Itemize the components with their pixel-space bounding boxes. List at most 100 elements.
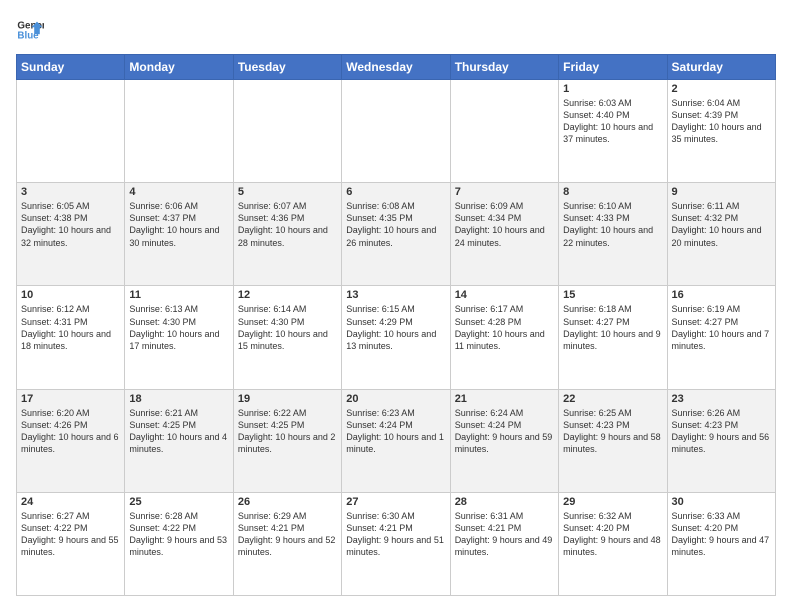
calendar-cell: 29 Sunrise: 6:32 AMSunset: 4:20 PMDaylig…	[559, 492, 667, 595]
calendar-cell	[233, 80, 341, 183]
day-number: 22	[563, 393, 662, 405]
calendar-cell: 14 Sunrise: 6:17 AMSunset: 4:28 PMDaylig…	[450, 286, 558, 389]
calendar-cell: 9 Sunrise: 6:11 AMSunset: 4:32 PMDayligh…	[667, 183, 775, 286]
calendar-header-row: SundayMondayTuesdayWednesdayThursdayFrid…	[17, 55, 776, 80]
calendar-cell: 26 Sunrise: 6:29 AMSunset: 4:21 PMDaylig…	[233, 492, 341, 595]
calendar-cell: 23 Sunrise: 6:26 AMSunset: 4:23 PMDaylig…	[667, 389, 775, 492]
day-info: Sunrise: 6:19 AMSunset: 4:27 PMDaylight:…	[672, 304, 770, 350]
day-info: Sunrise: 6:32 AMSunset: 4:20 PMDaylight:…	[563, 511, 661, 557]
calendar-cell	[125, 80, 233, 183]
calendar-cell: 24 Sunrise: 6:27 AMSunset: 4:22 PMDaylig…	[17, 492, 125, 595]
day-info: Sunrise: 6:27 AMSunset: 4:22 PMDaylight:…	[21, 511, 119, 557]
day-info: Sunrise: 6:07 AMSunset: 4:36 PMDaylight:…	[238, 201, 328, 247]
day-info: Sunrise: 6:22 AMSunset: 4:25 PMDaylight:…	[238, 408, 336, 454]
day-number: 29	[563, 496, 662, 508]
day-info: Sunrise: 6:28 AMSunset: 4:22 PMDaylight:…	[129, 511, 227, 557]
logo-icon: General Blue	[16, 16, 44, 44]
logo: General Blue	[16, 16, 48, 44]
calendar-cell: 10 Sunrise: 6:12 AMSunset: 4:31 PMDaylig…	[17, 286, 125, 389]
day-info: Sunrise: 6:26 AMSunset: 4:23 PMDaylight:…	[672, 408, 770, 454]
day-number: 24	[21, 496, 120, 508]
day-info: Sunrise: 6:21 AMSunset: 4:25 PMDaylight:…	[129, 408, 227, 454]
calendar-cell	[342, 80, 450, 183]
day-info: Sunrise: 6:05 AMSunset: 4:38 PMDaylight:…	[21, 201, 111, 247]
calendar-cell	[17, 80, 125, 183]
day-number: 23	[672, 393, 771, 405]
calendar-cell: 7 Sunrise: 6:09 AMSunset: 4:34 PMDayligh…	[450, 183, 558, 286]
day-info: Sunrise: 6:18 AMSunset: 4:27 PMDaylight:…	[563, 304, 661, 350]
calendar-cell: 27 Sunrise: 6:30 AMSunset: 4:21 PMDaylig…	[342, 492, 450, 595]
day-info: Sunrise: 6:20 AMSunset: 4:26 PMDaylight:…	[21, 408, 119, 454]
calendar-cell: 4 Sunrise: 6:06 AMSunset: 4:37 PMDayligh…	[125, 183, 233, 286]
calendar-day-header: Monday	[125, 55, 233, 80]
day-number: 25	[129, 496, 228, 508]
day-number: 10	[21, 289, 120, 301]
day-number: 19	[238, 393, 337, 405]
day-info: Sunrise: 6:09 AMSunset: 4:34 PMDaylight:…	[455, 201, 545, 247]
calendar-cell: 2 Sunrise: 6:04 AMSunset: 4:39 PMDayligh…	[667, 80, 775, 183]
calendar-cell: 21 Sunrise: 6:24 AMSunset: 4:24 PMDaylig…	[450, 389, 558, 492]
calendar-week-row: 24 Sunrise: 6:27 AMSunset: 4:22 PMDaylig…	[17, 492, 776, 595]
day-number: 6	[346, 186, 445, 198]
day-info: Sunrise: 6:24 AMSunset: 4:24 PMDaylight:…	[455, 408, 553, 454]
calendar-day-header: Wednesday	[342, 55, 450, 80]
day-number: 11	[129, 289, 228, 301]
calendar-cell: 25 Sunrise: 6:28 AMSunset: 4:22 PMDaylig…	[125, 492, 233, 595]
calendar-cell: 19 Sunrise: 6:22 AMSunset: 4:25 PMDaylig…	[233, 389, 341, 492]
day-info: Sunrise: 6:06 AMSunset: 4:37 PMDaylight:…	[129, 201, 219, 247]
day-number: 18	[129, 393, 228, 405]
calendar-cell: 18 Sunrise: 6:21 AMSunset: 4:25 PMDaylig…	[125, 389, 233, 492]
day-number: 9	[672, 186, 771, 198]
day-number: 28	[455, 496, 554, 508]
calendar-cell: 11 Sunrise: 6:13 AMSunset: 4:30 PMDaylig…	[125, 286, 233, 389]
day-info: Sunrise: 6:03 AMSunset: 4:40 PMDaylight:…	[563, 98, 653, 144]
day-number: 3	[21, 186, 120, 198]
day-info: Sunrise: 6:12 AMSunset: 4:31 PMDaylight:…	[21, 304, 111, 350]
day-info: Sunrise: 6:14 AMSunset: 4:30 PMDaylight:…	[238, 304, 328, 350]
calendar-day-header: Saturday	[667, 55, 775, 80]
day-info: Sunrise: 6:33 AMSunset: 4:20 PMDaylight:…	[672, 511, 770, 557]
day-number: 4	[129, 186, 228, 198]
day-info: Sunrise: 6:29 AMSunset: 4:21 PMDaylight:…	[238, 511, 336, 557]
day-number: 27	[346, 496, 445, 508]
calendar-cell: 16 Sunrise: 6:19 AMSunset: 4:27 PMDaylig…	[667, 286, 775, 389]
calendar-cell: 3 Sunrise: 6:05 AMSunset: 4:38 PMDayligh…	[17, 183, 125, 286]
calendar-cell: 28 Sunrise: 6:31 AMSunset: 4:21 PMDaylig…	[450, 492, 558, 595]
calendar-day-header: Sunday	[17, 55, 125, 80]
day-number: 13	[346, 289, 445, 301]
calendar-cell: 12 Sunrise: 6:14 AMSunset: 4:30 PMDaylig…	[233, 286, 341, 389]
day-number: 30	[672, 496, 771, 508]
day-info: Sunrise: 6:31 AMSunset: 4:21 PMDaylight:…	[455, 511, 553, 557]
calendar-cell: 1 Sunrise: 6:03 AMSunset: 4:40 PMDayligh…	[559, 80, 667, 183]
day-info: Sunrise: 6:17 AMSunset: 4:28 PMDaylight:…	[455, 304, 545, 350]
calendar-cell	[450, 80, 558, 183]
header: General Blue	[16, 16, 776, 44]
calendar-cell: 8 Sunrise: 6:10 AMSunset: 4:33 PMDayligh…	[559, 183, 667, 286]
calendar-day-header: Friday	[559, 55, 667, 80]
page: General Blue SundayMondayTuesdayWednesda…	[0, 0, 792, 612]
calendar-week-row: 10 Sunrise: 6:12 AMSunset: 4:31 PMDaylig…	[17, 286, 776, 389]
day-number: 1	[563, 83, 662, 95]
calendar-cell: 13 Sunrise: 6:15 AMSunset: 4:29 PMDaylig…	[342, 286, 450, 389]
calendar-day-header: Thursday	[450, 55, 558, 80]
day-number: 21	[455, 393, 554, 405]
day-info: Sunrise: 6:10 AMSunset: 4:33 PMDaylight:…	[563, 201, 653, 247]
day-info: Sunrise: 6:04 AMSunset: 4:39 PMDaylight:…	[672, 98, 762, 144]
calendar-cell: 20 Sunrise: 6:23 AMSunset: 4:24 PMDaylig…	[342, 389, 450, 492]
day-number: 16	[672, 289, 771, 301]
calendar-day-header: Tuesday	[233, 55, 341, 80]
day-info: Sunrise: 6:30 AMSunset: 4:21 PMDaylight:…	[346, 511, 444, 557]
calendar-week-row: 1 Sunrise: 6:03 AMSunset: 4:40 PMDayligh…	[17, 80, 776, 183]
day-number: 12	[238, 289, 337, 301]
calendar-cell: 17 Sunrise: 6:20 AMSunset: 4:26 PMDaylig…	[17, 389, 125, 492]
day-number: 20	[346, 393, 445, 405]
calendar-cell: 6 Sunrise: 6:08 AMSunset: 4:35 PMDayligh…	[342, 183, 450, 286]
day-number: 15	[563, 289, 662, 301]
calendar-cell: 30 Sunrise: 6:33 AMSunset: 4:20 PMDaylig…	[667, 492, 775, 595]
calendar-week-row: 3 Sunrise: 6:05 AMSunset: 4:38 PMDayligh…	[17, 183, 776, 286]
day-number: 17	[21, 393, 120, 405]
day-number: 26	[238, 496, 337, 508]
day-number: 8	[563, 186, 662, 198]
day-number: 2	[672, 83, 771, 95]
day-number: 5	[238, 186, 337, 198]
